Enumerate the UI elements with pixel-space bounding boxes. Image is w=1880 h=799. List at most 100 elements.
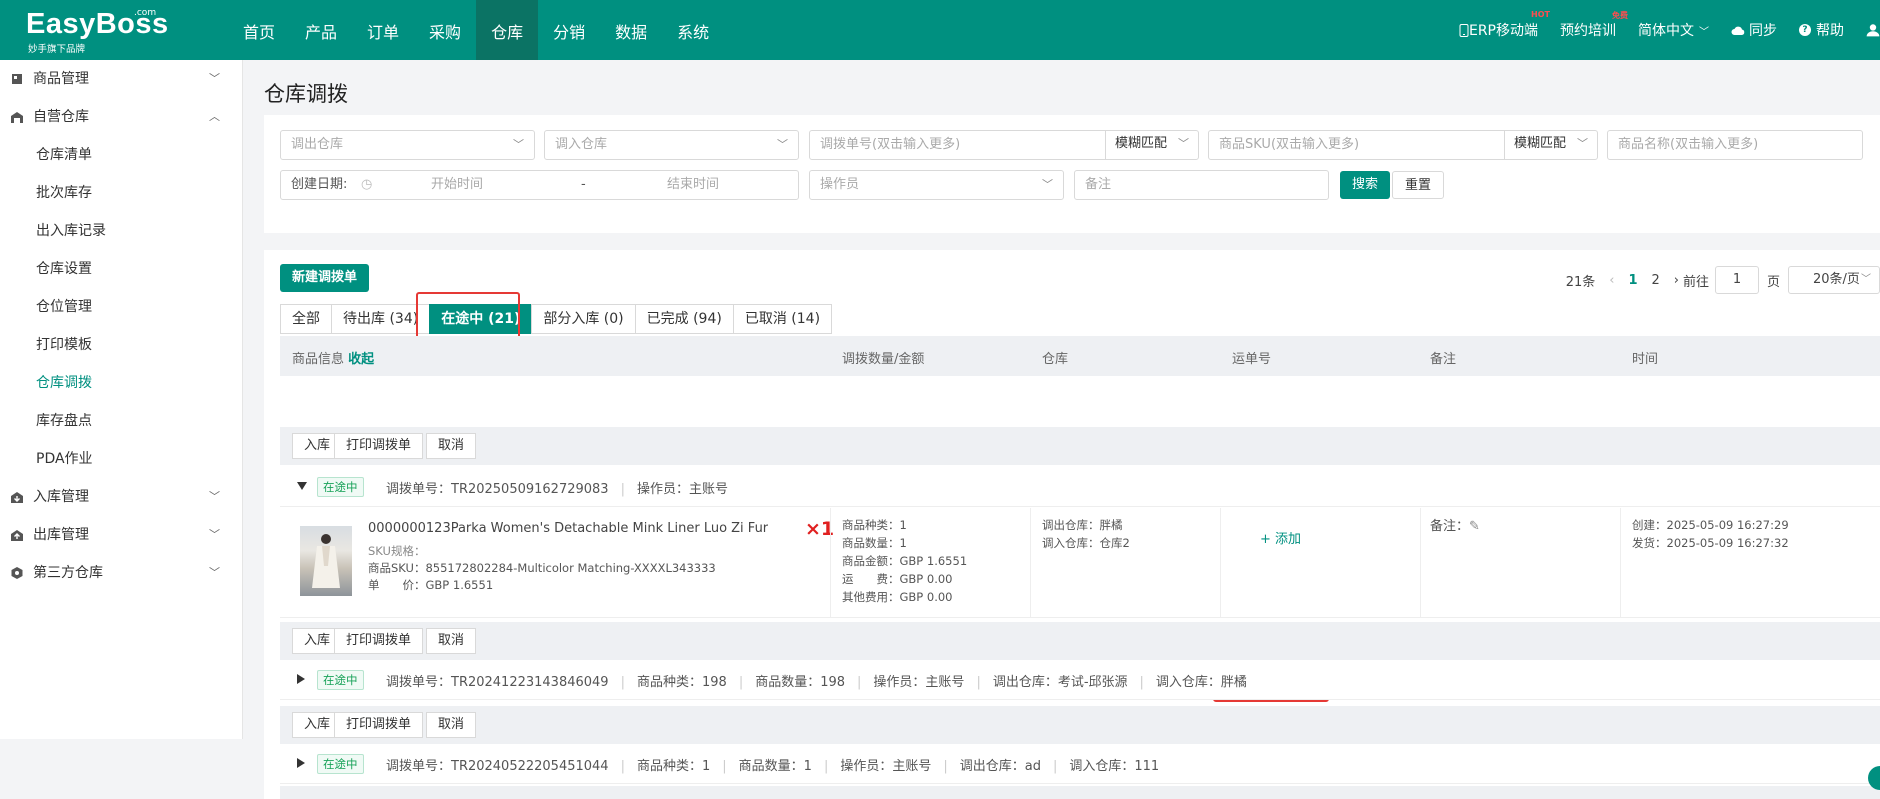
transfer-no-input[interactable]: 调拨单号(双击输入更多) 模糊匹配 ﹀	[809, 130, 1199, 160]
print-transfer-button[interactable]: 打印调拨单	[334, 712, 424, 738]
help-button[interactable]: ? 帮助	[1799, 20, 1844, 40]
tab-completed[interactable]: 已完成 (94)	[634, 304, 734, 334]
reset-button[interactable]: 重置	[1392, 171, 1445, 199]
expand-caret-icon[interactable]	[297, 758, 305, 768]
warehouse-block: 调出仓库：胖橘 调入仓库：仓库2	[1042, 516, 1130, 552]
sidebar-group-label: 第三方仓库	[33, 565, 103, 581]
created-time: 创建：2025-05-09 16:27:29	[1632, 518, 1789, 532]
sidebar-item-pda[interactable]: PDA作业	[0, 440, 242, 478]
sidebar-item-print-template[interactable]: 打印模板	[0, 326, 242, 364]
tab-partial-in[interactable]: 部分入库 (0)	[531, 304, 636, 334]
order-summary-row[interactable]: 在途中 调拨单号：TR20240522205451044 | 商品种类：1 | 商品数量…	[280, 744, 1880, 784]
in-warehouse-placeholder: 调入仓库	[555, 137, 608, 152]
order-summary: 调拨单号：TR20241223143846049 | 商品种类：198 | 商品数量：1…	[386, 675, 1247, 690]
training-link[interactable]: 预约培训 免费	[1560, 11, 1628, 40]
collapse-caret-icon[interactable]	[297, 482, 307, 490]
tab-cancelled[interactable]: 已取消 (14)	[732, 304, 833, 334]
nav-system[interactable]: 系统	[662, 0, 724, 60]
nav-warehouse[interactable]: 仓库	[476, 0, 539, 60]
nav-order[interactable]: 订单	[352, 0, 414, 60]
edit-icon[interactable]: ✎	[1469, 519, 1480, 534]
page-size-select[interactable]: 20条/页 ﹀	[1788, 266, 1880, 294]
divider	[1220, 508, 1221, 618]
sidebar-item-warehouse-list[interactable]: 仓库清单	[0, 136, 242, 174]
sidebar-group-own-warehouse[interactable]: 自营仓库 ︿	[0, 98, 242, 136]
order-summary-row[interactable]: 在途中 调拨单号：TR20250509162729083 | 操作员：主账号	[280, 467, 1880, 507]
sidebar-item-batch-stock[interactable]: 批次库存	[0, 174, 242, 212]
expand-caret-icon[interactable]	[297, 674, 305, 684]
kinds: 商品种类：1	[842, 518, 907, 532]
operator: 操作员：主账号	[636, 482, 728, 497]
search-button[interactable]: 搜索	[1340, 171, 1391, 199]
chevron-down-icon: ﹀	[1861, 274, 1871, 285]
hot-badge: HOT	[1531, 10, 1550, 19]
nav-product[interactable]: 产品	[290, 0, 352, 60]
operator-select[interactable]: 操作员 ﹀	[809, 170, 1064, 200]
freight: 运 费：GBP 0.00	[842, 572, 953, 586]
out-warehouse-select[interactable]: 调出仓库 ﹀	[280, 130, 535, 160]
kinds: 商品种类：198	[636, 675, 727, 690]
match-mode-select[interactable]: 模糊匹配 ﹀	[1504, 130, 1598, 160]
nav-home[interactable]: 首页	[228, 0, 290, 60]
chevron-down-icon: ﹀	[1699, 26, 1709, 38]
sidebar-item-inout-records[interactable]: 出入库记录	[0, 212, 242, 250]
sidebar-item-stocktaking[interactable]: 库存盘点	[0, 402, 242, 440]
transfer-no: 调拨单号：TR20240522205451044	[386, 759, 609, 774]
match-mode-select[interactable]: 模糊匹配 ﹀	[1105, 130, 1199, 160]
next-page-icon[interactable]: ›	[1674, 273, 1679, 288]
warehouse-icon	[11, 112, 23, 123]
prev-page-icon[interactable]: ‹	[1609, 273, 1614, 288]
nav-distribution[interactable]: 分销	[538, 0, 600, 60]
order-summary-row[interactable]: 在途中 调拨单号：TR20241223143846049 | 商品种类：198 | 商品…	[280, 660, 1880, 700]
sync-button[interactable]: 同步	[1731, 20, 1777, 40]
divider	[1420, 508, 1421, 618]
remark-field: 备注：✎	[1430, 518, 1480, 536]
sidebar-item-location-management[interactable]: 仓位管理	[0, 288, 242, 326]
transfer-no: 调拨单号：TR20241223143846049	[386, 675, 609, 690]
total-count: 21条	[1565, 274, 1596, 290]
tab-all[interactable]: 全部	[280, 304, 332, 334]
page-jump-input[interactable]: 1	[1714, 266, 1759, 294]
page-1[interactable]: 1	[1628, 273, 1637, 288]
transfer-no: 调拨单号：TR20250509162729083	[386, 482, 609, 497]
language-select[interactable]: 简体中文 ﹀	[1638, 20, 1709, 40]
date-range-picker[interactable]: 创建日期: ◷ 开始时间 - 结束时间	[280, 170, 799, 200]
sidebar-group-label: 商品管理	[33, 71, 89, 87]
col-product-info-label: 商品信息	[292, 352, 345, 367]
remark-input[interactable]: 备注	[1074, 170, 1329, 200]
sku-spec: SKU规格：	[368, 544, 426, 558]
user-avatar[interactable]	[1866, 20, 1880, 40]
sidebar-group-goods[interactable]: 商品管理 ﹀	[0, 60, 242, 98]
operator-placeholder: 操作员	[820, 177, 860, 192]
sidebar-item-warehouse-settings[interactable]: 仓库设置	[0, 250, 242, 288]
product-title[interactable]: 0000000123Parka Women's Detachable Mink …	[368, 520, 768, 538]
product-name-input[interactable]: 商品名称(双击输入更多)	[1607, 130, 1863, 160]
nav-purchase[interactable]: 采购	[414, 0, 476, 60]
mobile-erp-link[interactable]: ERP移动端 HOT	[1459, 10, 1550, 40]
free-badge: 免费	[1612, 11, 1628, 20]
logo[interactable]: EasyBoss .com 妙手旗下品牌	[26, 8, 176, 55]
page-2[interactable]: 2	[1651, 273, 1659, 288]
in-warehouse-select[interactable]: 调入仓库 ﹀	[544, 130, 799, 160]
time-block: 创建：2025-05-09 16:27:29 发货：2025-05-09 16:…	[1632, 516, 1789, 552]
product-image[interactable]	[300, 526, 352, 596]
count: 商品数量：198	[755, 675, 846, 690]
sidebar-group-outbound[interactable]: 出库管理 ﹀	[0, 516, 242, 554]
sku-input[interactable]: 商品SKU(双击输入更多) 模糊匹配 ﹀	[1208, 130, 1598, 160]
nav-data[interactable]: 数据	[600, 0, 662, 60]
new-transfer-button[interactable]: 新建调拨单	[280, 264, 370, 292]
cancel-button[interactable]: 取消	[426, 433, 477, 459]
sidebar-group-third-party[interactable]: 第三方仓库 ﹀	[0, 554, 242, 592]
chevron-down-icon: ﹀	[209, 490, 220, 503]
print-transfer-button[interactable]: 打印调拨单	[334, 628, 424, 654]
divider	[1030, 508, 1031, 618]
cancel-button[interactable]: 取消	[426, 628, 477, 654]
cancel-button[interactable]: 取消	[426, 712, 477, 738]
date-label: 创建日期:	[291, 177, 348, 192]
divider	[1620, 508, 1621, 618]
add-tracking-link[interactable]: + 添加	[1260, 528, 1301, 547]
sidebar-item-warehouse-transfer[interactable]: 仓库调拨	[0, 364, 242, 402]
print-transfer-button[interactable]: 打印调拨单	[334, 433, 424, 459]
sidebar-group-inbound[interactable]: 入库管理 ﹀	[0, 478, 242, 516]
collapse-link[interactable]: 收起	[348, 352, 374, 367]
